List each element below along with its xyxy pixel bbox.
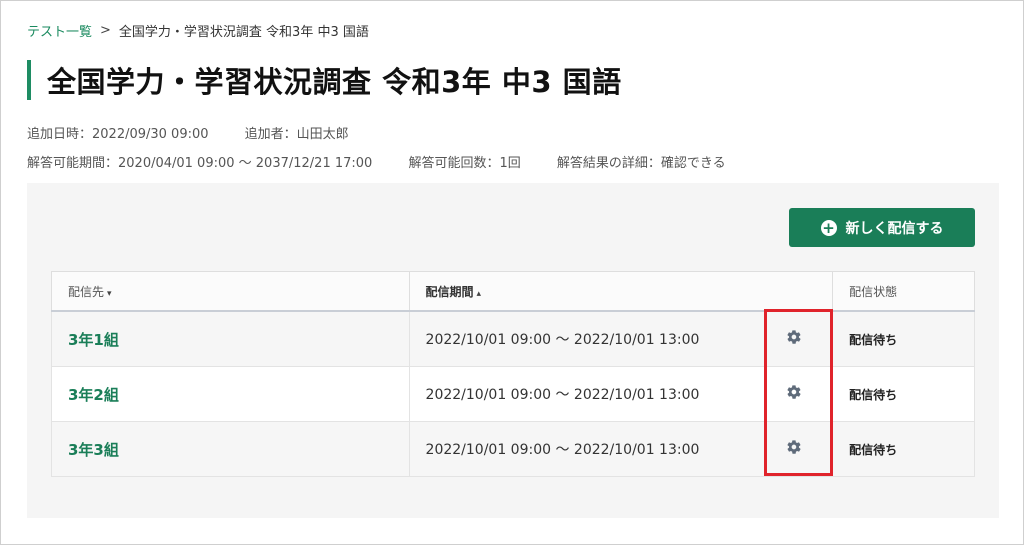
table-row: 3年3組 2022/10/01 09:00 〜 2022/10/01 13:00… [51, 421, 975, 477]
group-cell: 3年3組 [51, 421, 410, 477]
sort-caret-up-icon: ▴ [476, 288, 482, 299]
new-delivery-label: 新しく配信する [845, 220, 944, 237]
meta-line-1: 追加日時：2022/09/30 09:00 追加者：山田太郎 [27, 123, 381, 142]
breadcrumb-current: 全国学力・学習状況調査 令和3年 中3 国語 [118, 25, 369, 40]
result-detail: 解答結果の詳細：確認できる [556, 156, 726, 171]
gear-cell [756, 310, 834, 367]
header-target-label: 配信先 [68, 284, 105, 299]
breadcrumb-separator: > [100, 23, 111, 38]
status-cell: 配信待ち [832, 366, 975, 422]
page-title-area: 全国学力・学習状況調査 令和3年 中3 国語 [27, 59, 622, 101]
table-header-row: 配信先 ▾ 配信期間 ▴ 配信状態 [51, 271, 975, 312]
group-link[interactable]: 3年2組 [68, 386, 119, 404]
period-cell: 2022/10/01 09:00 〜 2022/10/01 13:00 [408, 310, 757, 367]
group-link[interactable]: 3年1組 [68, 331, 119, 349]
group-cell: 3年2組 [51, 366, 410, 422]
breadcrumb-test-list-link[interactable]: テスト一覧 [27, 21, 92, 40]
table-row: 3年2組 2022/10/01 09:00 〜 2022/10/01 13:00… [51, 366, 975, 422]
answer-period: 解答可能期間：2020/04/01 09:00 〜 2037/12/21 17:… [27, 156, 373, 171]
header-status: 配信状態 [832, 271, 975, 312]
gear-icon[interactable] [786, 439, 802, 455]
status-cell: 配信待ち [832, 310, 975, 367]
meta-line-2: 解答可能期間：2020/04/01 09:00 〜 2037/12/21 17:… [27, 152, 758, 171]
page-title: 全国学力・学習状況調査 令和3年 中3 国語 [47, 65, 622, 99]
title-accent-bar [27, 60, 31, 100]
gear-cell [756, 366, 834, 422]
gear-icon[interactable] [786, 384, 802, 400]
breadcrumb: テスト一覧 > 全国学力・学習状況調査 令和3年 中3 国語 [27, 21, 369, 40]
table-row: 3年1組 2022/10/01 09:00 〜 2022/10/01 13:00… [51, 310, 975, 367]
period-cell: 2022/10/01 09:00 〜 2022/10/01 13:00 [408, 366, 757, 422]
gear-icon[interactable] [786, 329, 802, 345]
period-cell: 2022/10/01 09:00 〜 2022/10/01 13:00 [408, 421, 757, 477]
gear-cell [756, 421, 834, 477]
page-frame: テスト一覧 > 全国学力・学習状況調査 令和3年 中3 国語 全国学力・学習状況… [0, 0, 1024, 545]
added-by: 追加者：山田太郎 [244, 127, 349, 142]
header-period-label: 配信期間 [425, 284, 474, 299]
group-link[interactable]: 3年3組 [68, 441, 119, 459]
group-cell: 3年1組 [51, 310, 410, 367]
new-delivery-button[interactable]: + 新しく配信する [789, 208, 975, 247]
plus-circle-icon: + [820, 218, 837, 237]
added-date: 追加日時：2022/09/30 09:00 [27, 127, 209, 142]
delivery-panel: + 新しく配信する 配信先 ▾ 配信期間 ▴ 配信状態 3年1組 2022/10… [27, 183, 999, 518]
header-period[interactable]: 配信期間 ▴ [408, 271, 834, 312]
sort-caret-down-icon: ▾ [107, 288, 112, 299]
header-target[interactable]: 配信先 ▾ [51, 271, 410, 312]
answer-count: 解答可能回数：1回 [408, 156, 521, 171]
status-cell: 配信待ち [832, 421, 975, 477]
delivery-table: 配信先 ▾ 配信期間 ▴ 配信状態 3年1組 2022/10/01 09:00 〜 … [51, 271, 975, 477]
